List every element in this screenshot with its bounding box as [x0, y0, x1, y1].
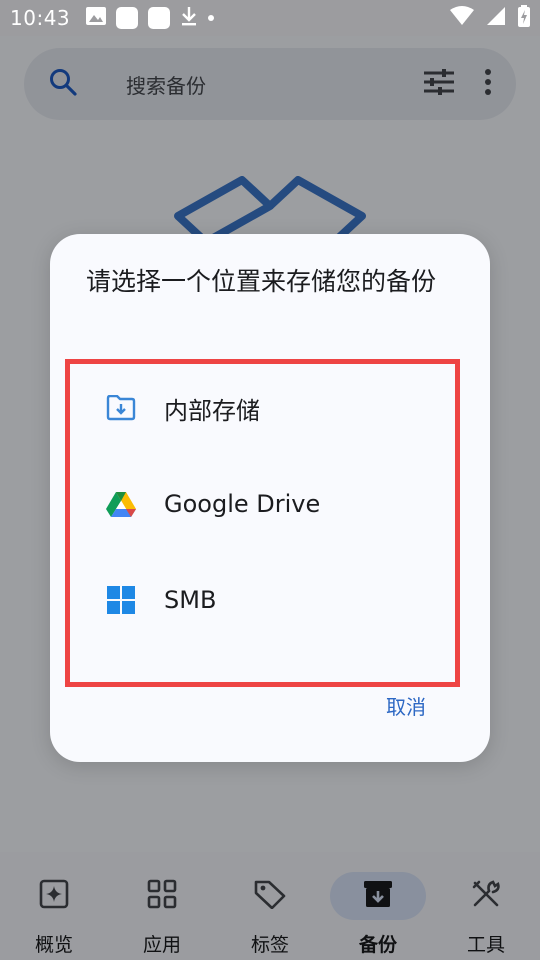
folder-download-icon	[106, 393, 136, 423]
download-icon	[180, 5, 198, 31]
app-notification-icon	[116, 7, 139, 29]
dialog-title: 请选择一个位置来存储您的备份	[86, 267, 437, 296]
status-time: 10:43	[10, 6, 71, 30]
status-bar: 10:43	[0, 0, 540, 36]
storage-location-dialog: 请选择一个位置来存储您的备份 内部存储 Google Drive SMB 取消	[50, 234, 490, 762]
cancel-button[interactable]: 取消	[386, 691, 426, 720]
google-drive-icon	[106, 489, 136, 519]
more-notifications-dot	[208, 15, 215, 21]
wifi-icon	[450, 6, 474, 30]
windows-icon	[106, 585, 136, 615]
option-label: Google Drive	[164, 490, 321, 518]
storage-option-list: 内部存储 Google Drive SMB	[50, 360, 490, 648]
option-smb[interactable]: SMB	[50, 552, 490, 648]
option-label: 内部存储	[164, 396, 260, 425]
option-google-drive[interactable]: Google Drive	[50, 456, 490, 552]
app-notification-icon-2	[148, 7, 171, 29]
gallery-notification-icon	[86, 7, 107, 29]
signal-icon	[486, 6, 506, 30]
option-internal-storage[interactable]: 内部存储	[50, 360, 490, 456]
option-label: SMB	[164, 586, 217, 614]
battery-icon	[518, 5, 530, 31]
